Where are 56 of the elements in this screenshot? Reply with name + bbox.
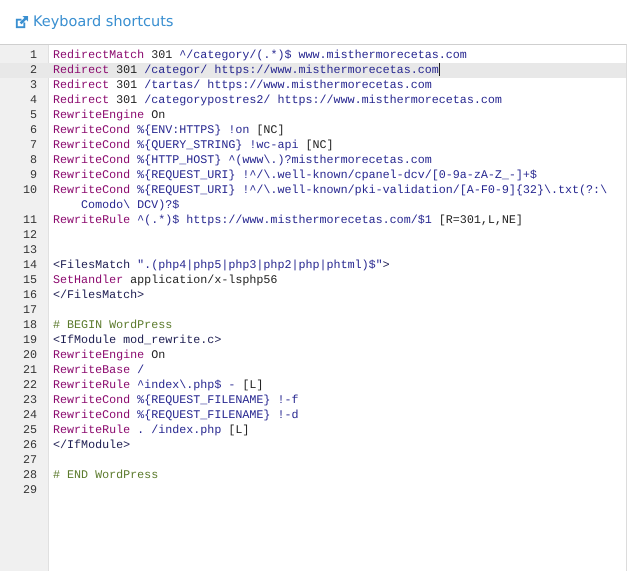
- code-line: SetHandler application/x-lsphp56: [53, 273, 278, 288]
- code-editor[interactable]: [0, 44, 627, 571]
- code-line: Redirect 301 /categorypostres2/ https://www.misthermorecetas.com: [53, 93, 503, 108]
- code-line: # BEGIN WordPress: [53, 318, 174, 333]
- line-number: 23: [22, 393, 37, 408]
- line-number: 19: [22, 333, 37, 348]
- code-line: RewriteRule ^index\.php$ - [L]: [53, 378, 264, 393]
- keyboard-shortcuts-link[interactable]: Keyboard shortcuts: [14, 14, 174, 30]
- line-number: 4: [28, 93, 37, 108]
- line-number: 10: [22, 183, 37, 199]
- code-line: </FilesMatch>: [53, 288, 146, 303]
- line-number: 27: [22, 453, 37, 468]
- line-number: 26: [22, 438, 37, 453]
- code-line: </IfModule>: [53, 438, 132, 453]
- code-line: RewriteCond %{QUERY_STRING} !wc-api [NC]: [53, 138, 335, 153]
- external-link-icon: [14, 14, 29, 30]
- code-line: RewriteBase /: [53, 363, 146, 378]
- code-line: RewriteCond %{REQUEST_FILENAME} !-f: [53, 393, 300, 408]
- line-number: 9: [28, 168, 37, 183]
- line-number: 11: [22, 213, 37, 228]
- line-number: 16: [22, 288, 37, 303]
- line-number: 29: [22, 483, 37, 498]
- line-number: 13: [22, 243, 37, 258]
- code-line: Redirect 301 /categor/ https://www.misthermorecetas.com: [53, 63, 441, 78]
- code-line: RedirectMatch 301 ^/category/(.*)$ www.misthermorecetas.com: [53, 48, 468, 63]
- line-number: 8: [28, 153, 37, 168]
- line-number: 22: [22, 378, 37, 393]
- code-line: RewriteCond %{ENV:HTTPS} !on [NC]: [53, 123, 286, 138]
- code-line: <FilesMatch ".(php4|php5|php3|php2|php|phtml)$">: [53, 258, 391, 273]
- line-number: 5: [28, 108, 37, 123]
- code-line: # END WordPress: [53, 468, 160, 483]
- line-number: 14: [22, 258, 37, 273]
- line-number: 18: [22, 318, 37, 333]
- code-line: <IfModule mod_rewrite.c>: [53, 333, 222, 348]
- code-line: Redirect 301 /tartas/ https://www.misthermorecetas.com: [53, 78, 433, 93]
- code-line: RewriteEngine On: [53, 348, 166, 363]
- line-number: 12: [22, 228, 37, 243]
- code-line: RewriteCond %{HTTP_HOST} ^(www\.)?misthermorecetas.com: [53, 153, 433, 168]
- line-number: 15: [22, 273, 37, 288]
- line-number: 2: [28, 63, 37, 78]
- code-line: RewriteRule . /index.php [L]: [53, 423, 250, 438]
- code-line: RewriteEngine On: [53, 108, 166, 123]
- code-line: RewriteCond %{REQUEST_FILENAME} !-d: [53, 408, 300, 423]
- line-number: 24: [22, 408, 37, 423]
- code-line: RewriteRule ^(.*)$ https://www.misthermorecetas.com/$1 [R=301,L,NE]: [53, 213, 524, 228]
- line-number: 25: [22, 423, 37, 438]
- line-number: 6: [28, 123, 37, 138]
- line-number: 28: [22, 468, 37, 483]
- line-number: 21: [22, 363, 37, 378]
- line-number: 3: [28, 78, 37, 93]
- line-number: 17: [22, 303, 37, 318]
- code-line: RewriteCond %{REQUEST_URI} !^/\.well-known/pki-validation/[A-F0-9]{32}\.txt(?:\ Comodo\ DCV)?$: [53, 183, 608, 213]
- code-line: RewriteCond %{REQUEST_URI} !^/\.well-known/cpanel-dcv/[0-9a-zA-Z_-]+$: [53, 168, 538, 183]
- line-number: 20: [22, 348, 37, 363]
- line-number: 1: [28, 48, 37, 63]
- line-number: 7: [28, 138, 37, 153]
